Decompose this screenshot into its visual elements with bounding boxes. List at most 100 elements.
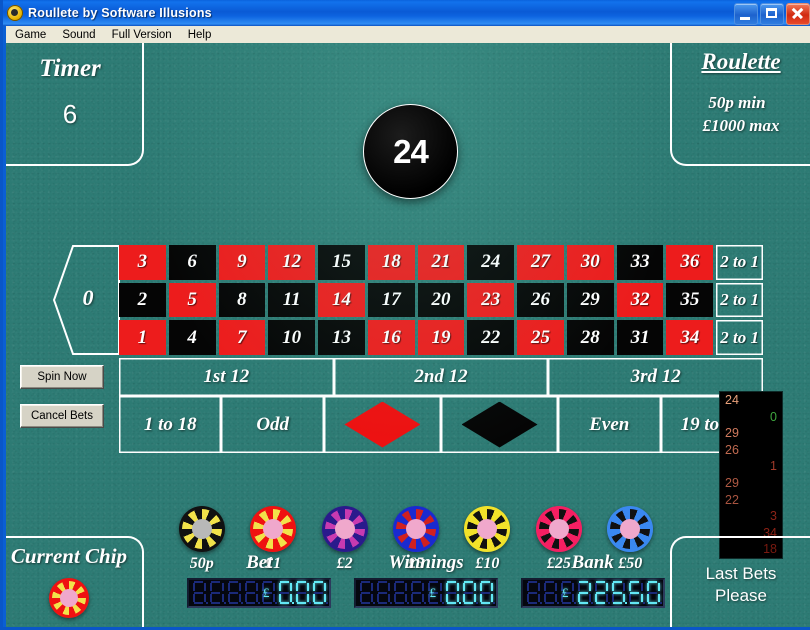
spin-now-button[interactable]: Spin Now <box>20 365 104 389</box>
menu-item-game[interactable]: Game <box>8 28 53 42</box>
bet-cell-number-22[interactable]: 22 <box>467 320 515 355</box>
bet-cell-number-20[interactable]: 20 <box>417 282 465 318</box>
bet-cell-zero[interactable]: 0 <box>53 245 120 355</box>
lcd-digit <box>593 581 611 605</box>
bet-cell-number-10[interactable]: 10 <box>268 320 316 355</box>
bet-cell-number-11[interactable]: 11 <box>268 282 316 318</box>
window-title: Roullete by Software Illusions <box>28 6 212 20</box>
meter-display-bank: £ <box>520 578 665 608</box>
bet-cell-number-21[interactable]: 21 <box>417 245 465 280</box>
bet-cell-number-19[interactable]: 19 <box>417 320 465 355</box>
bet-cell-even[interactable]: Even <box>558 396 660 453</box>
lcd-digit <box>208 581 226 605</box>
bet-cell-number-25[interactable]: 25 <box>517 320 564 355</box>
close-button[interactable] <box>786 3 810 25</box>
timer-panel: Timer 6 <box>6 43 144 166</box>
bet-cell-odd[interactable]: Odd <box>221 396 323 453</box>
bet-cell-black[interactable] <box>441 396 558 453</box>
cancel-bets-button[interactable]: Cancel Bets <box>20 404 104 428</box>
bet-cell-number-6[interactable]: 6 <box>168 245 216 280</box>
chip-center <box>60 589 78 607</box>
min-bet-label: 50p min <box>708 93 766 112</box>
lcd-digit <box>645 581 662 605</box>
chip-£25[interactable] <box>535 506 582 552</box>
current-chip-display <box>49 578 89 618</box>
chip-50p[interactable] <box>178 506 225 552</box>
bet-cell-number-18[interactable]: 18 <box>367 245 415 280</box>
chip-£10[interactable] <box>464 506 511 552</box>
lcd-digit <box>277 581 295 605</box>
bet-cell-number-32[interactable]: 32 <box>616 282 664 318</box>
timer-label: Timer <box>39 55 101 82</box>
history-entry: 29 <box>725 426 739 441</box>
menu-item-help[interactable]: Help <box>181 28 219 42</box>
minimize-button[interactable] <box>734 3 758 25</box>
currency-symbol: £ <box>429 585 436 600</box>
bet-cell-number-30[interactable]: 30 <box>566 245 614 280</box>
bet-cell-number-26[interactable]: 26 <box>517 282 564 318</box>
bet-cell-number-17[interactable]: 17 <box>367 282 415 318</box>
chip-£50[interactable] <box>607 506 654 552</box>
lcd-digit <box>627 581 645 605</box>
menu-item-full-version[interactable]: Full Version <box>105 28 179 42</box>
bet-cell-column-1[interactable]: 2 to 1 <box>716 245 763 280</box>
chip-center <box>548 519 569 539</box>
bet-cell-number-15[interactable]: 15 <box>318 245 365 280</box>
maximize-button[interactable] <box>760 3 784 25</box>
bet-cell-number-3[interactable]: 3 <box>119 245 166 280</box>
bet-cell-2nd-12[interactable]: 2nd 12 <box>334 358 549 396</box>
app-icon <box>7 5 23 21</box>
lcd-digit <box>444 581 461 605</box>
bet-cell-1-to-18[interactable]: 1 to 18 <box>119 396 221 453</box>
history-entry: 1 <box>770 459 777 474</box>
bet-cell-1st-12[interactable]: 1st 12 <box>119 358 334 396</box>
current-chip-panel: Current Chip <box>6 536 144 627</box>
bet-cell-number-14[interactable]: 14 <box>318 282 365 318</box>
bet-cell-zero-label: 0 <box>82 285 94 310</box>
bet-cell-number-12[interactable]: 12 <box>268 245 316 280</box>
lcd-digit: £ <box>559 581 577 605</box>
money-meters: Bet £ Winnings £ Bank £ <box>176 552 676 627</box>
bet-cell-number-23[interactable]: 23 <box>467 282 515 318</box>
bet-cell-number-13[interactable]: 13 <box>318 320 365 355</box>
bet-cell-number-5[interactable]: 5 <box>168 282 216 318</box>
lcd-digit <box>610 581 628 605</box>
bet-cell-number-28[interactable]: 28 <box>566 320 614 355</box>
lcd-digit <box>311 581 329 605</box>
bet-cell-number-35[interactable]: 35 <box>666 282 714 318</box>
number-grid: 3 6 9 12 15 18 21 24 27 30 33 36 2 to 1 2 5 8 11 14 17 20 23… <box>119 245 763 355</box>
bet-cell-number-8[interactable]: 8 <box>218 282 266 318</box>
bet-cell-number-29[interactable]: 29 <box>566 282 614 318</box>
bet-cell-number-24[interactable]: 24 <box>467 245 515 280</box>
chip-£2[interactable] <box>321 506 368 552</box>
bet-cell-column-3[interactable]: 2 to 1 <box>716 320 763 355</box>
bet-cell-number-16[interactable]: 16 <box>367 320 415 355</box>
application-window: Roullete by Software Illusions Game Soun… <box>0 0 810 630</box>
bet-cell-number-34[interactable]: 34 <box>666 320 714 355</box>
bet-cell-number-7[interactable]: 7 <box>218 320 266 355</box>
bet-cell-number-2[interactable]: 2 <box>119 282 166 318</box>
bet-cell-number-33[interactable]: 33 <box>616 245 664 280</box>
bet-cell-red[interactable] <box>324 396 441 453</box>
window-buttons <box>734 3 810 25</box>
bet-cell-number-36[interactable]: 36 <box>666 245 714 280</box>
current-chip-icon[interactable] <box>49 578 89 618</box>
bet-cell-number-1[interactable]: 1 <box>119 320 166 355</box>
menu-bar: Game Sound Full Version Help <box>6 26 810 43</box>
chip-£1[interactable] <box>250 506 297 552</box>
bet-cell-number-9[interactable]: 9 <box>218 245 266 280</box>
dozen-bets: 1st 12 2nd 12 3rd 12 <box>119 358 763 396</box>
bet-cell-number-31[interactable]: 31 <box>616 320 664 355</box>
lcd-digit: £ <box>426 581 444 605</box>
history-entry: 29 <box>725 475 739 490</box>
chip-£5[interactable] <box>392 506 439 552</box>
current-chip-label: Current Chip <box>10 544 128 568</box>
currency-symbol: £ <box>262 585 270 600</box>
bet-cell-column-2[interactable]: 2 to 1 <box>716 283 763 318</box>
menu-item-sound[interactable]: Sound <box>55 28 102 42</box>
game-title: Roulette <box>701 49 781 74</box>
history-entry: 3 <box>770 509 777 524</box>
bet-cell-number-4[interactable]: 4 <box>168 320 216 355</box>
bet-cell-number-27[interactable]: 27 <box>517 245 564 280</box>
history-entry: 0 <box>770 409 777 424</box>
